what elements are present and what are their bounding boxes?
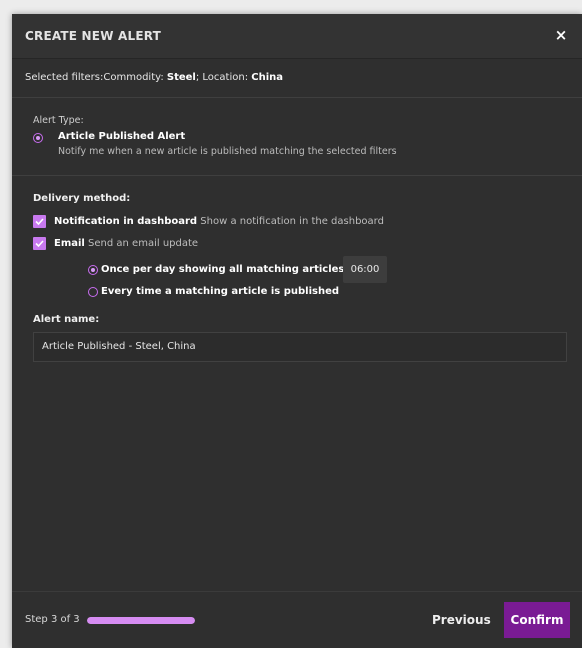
every-time-label: Every time a matching article is publish… xyxy=(101,286,340,297)
article-published-desc: Notify me when a new article is publishe… xyxy=(58,146,397,157)
progress-bar xyxy=(87,617,195,624)
previous-button[interactable]: Previous xyxy=(432,608,491,632)
filters-commodity-key: Commodity: xyxy=(103,72,167,83)
email-row: Email Send an email update xyxy=(54,238,198,249)
check-icon xyxy=(35,240,44,248)
once-per-day-label: Once per day showing all matching articl… xyxy=(101,264,360,275)
delivery-method-label: Delivery method: xyxy=(33,193,131,204)
email-title: Email xyxy=(54,238,85,249)
step-indicator: Step 3 of 3 xyxy=(25,614,80,625)
dashboard-notification-desc: Show a notification in the dashboard xyxy=(200,216,384,227)
filters-location-value: China xyxy=(251,72,284,83)
filters-commodity-value: Steel xyxy=(166,72,196,83)
email-checkbox[interactable] xyxy=(33,237,46,250)
selected-filters: Selected filters:Commodity: Steel; Locat… xyxy=(12,59,582,98)
alert-name-label: Alert name: xyxy=(33,314,100,325)
every-time-radio[interactable] xyxy=(88,287,98,297)
time-input[interactable]: 06:00 xyxy=(343,256,387,283)
confirm-button[interactable]: Confirm xyxy=(504,602,570,638)
progress-bar-fill xyxy=(87,617,195,624)
modal-footer: Step 3 of 3 Previous Confirm xyxy=(12,591,582,648)
dashboard-notification-row: Notification in dashboard Show a notific… xyxy=(54,216,384,227)
filters-prefix: Selected filters: xyxy=(25,72,104,83)
alert-name-input[interactable]: Article Published - Steel, China xyxy=(33,332,567,362)
dashboard-notification-title: Notification in dashboard xyxy=(54,216,198,227)
modal-header: CREATE NEW ALERT × xyxy=(12,14,582,59)
create-alert-modal: CREATE NEW ALERT × Selected filters:Comm… xyxy=(12,14,582,648)
filters-location-key: ; Location: xyxy=(195,72,252,83)
article-published-title: Article Published Alert xyxy=(58,131,186,142)
once-per-day-radio[interactable] xyxy=(88,265,98,275)
email-desc: Send an email update xyxy=(88,238,199,249)
modal-title: CREATE NEW ALERT xyxy=(25,29,162,43)
alert-type-label: Alert Type: xyxy=(33,115,84,126)
article-published-radio[interactable] xyxy=(33,133,43,143)
dashboard-notification-checkbox[interactable] xyxy=(33,215,46,228)
close-button[interactable]: × xyxy=(552,25,570,45)
alert-type-section: Alert Type: Article Published Alert Noti… xyxy=(12,98,582,176)
selected-filters-text: Selected filters:Commodity: Steel; Locat… xyxy=(25,72,283,83)
check-icon xyxy=(35,218,44,226)
